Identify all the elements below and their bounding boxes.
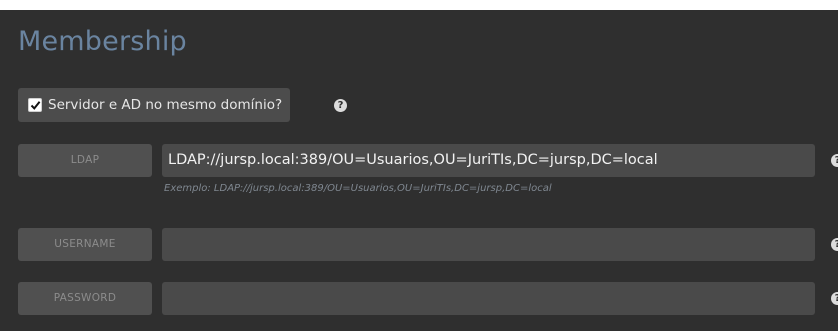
same-domain-label: Servidor e AD no mesmo domínio? [48, 97, 283, 113]
same-domain-toggle[interactable]: Servidor e AD no mesmo domínio? [18, 88, 291, 122]
password-input[interactable] [162, 282, 815, 315]
question-circle-icon[interactable]: ? [334, 99, 347, 112]
membership-panel: Membership Servidor e AD no mesmo domíni… [0, 10, 838, 331]
same-domain-checkbox[interactable] [28, 98, 42, 112]
ldap-label: LDAP [18, 144, 152, 177]
username-label: USERNAME [18, 228, 152, 261]
ldap-input[interactable]: LDAP://jursp.local:389/OU=Usuarios,OU=Ju… [162, 144, 815, 177]
password-label: PASSWORD [18, 282, 152, 315]
question-circle-icon[interactable]: ? [831, 292, 838, 305]
ldap-hint: Exemplo: LDAP://jursp.local:389/OU=Usuar… [164, 183, 552, 194]
question-circle-icon[interactable]: ? [831, 238, 838, 251]
question-circle-icon[interactable]: ? [831, 154, 838, 167]
username-input[interactable] [162, 228, 815, 261]
section-title: Membership [18, 26, 187, 57]
checkmark-icon [30, 101, 41, 110]
